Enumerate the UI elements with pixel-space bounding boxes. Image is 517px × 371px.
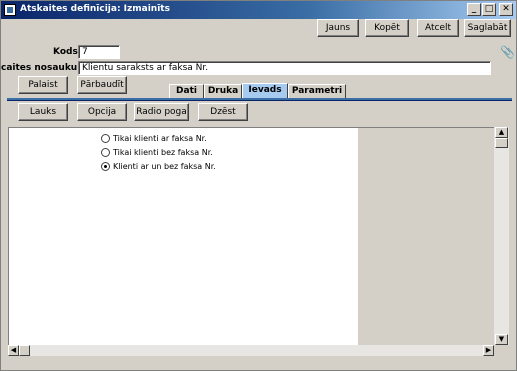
save-button[interactable]: Saglabāt: [464, 19, 511, 37]
horizontal-scrollbar[interactable]: ◀ ▶: [8, 345, 494, 356]
tab-parameters[interactable]: Parametri: [288, 84, 346, 99]
radio-circle[interactable]: [101, 148, 110, 157]
vertical-scrollbar[interactable]: ▲ ▼: [494, 127, 509, 345]
scroll-right-icon[interactable]: ▶: [483, 345, 494, 356]
radio-label: Tikai klienti bez faksa Nr.: [113, 148, 213, 157]
radio-circle[interactable]: [101, 134, 110, 143]
window-title: Atskaites definīcija: Izmainīts: [20, 4, 170, 14]
tab-separator-shadow: [7, 100, 512, 101]
input-design-area[interactable]: [8, 127, 358, 345]
report-definition-window: Atskaites definīcija: Izmainīts _ □ ✕ Ja…: [0, 0, 517, 371]
radio-label: Klienti ar un bez faksa Nr.: [113, 162, 216, 171]
new-button[interactable]: Jauns: [317, 19, 359, 37]
vertical-scroll-thumb[interactable]: [495, 138, 508, 148]
horizontal-scroll-thumb[interactable]: [19, 345, 30, 356]
check-button[interactable]: Pārbaudīt: [77, 76, 127, 94]
copy-button[interactable]: Kopēt: [365, 19, 409, 37]
tab-input[interactable]: Ievads: [242, 83, 288, 99]
title-bar[interactable]: Atskaites definīcija: Izmainīts _ □ ✕: [1, 1, 516, 19]
minimize-button[interactable]: _: [467, 3, 481, 16]
scroll-up-icon[interactable]: ▲: [495, 127, 508, 138]
paperclip-icon[interactable]: 📎: [500, 45, 515, 59]
close-button[interactable]: ✕: [499, 3, 513, 16]
tab-data[interactable]: Dati: [169, 84, 204, 99]
run-button[interactable]: Palaist: [18, 76, 68, 94]
cancel-button[interactable]: Atcelt: [417, 19, 459, 37]
radio-label: Tikai klienti ar faksa Nr.: [113, 134, 207, 143]
maximize-button[interactable]: □: [482, 3, 496, 16]
tab-print[interactable]: Druka: [204, 84, 242, 99]
window-app-icon[interactable]: [4, 4, 16, 16]
option-button[interactable]: Opcija: [77, 103, 127, 121]
delete-button[interactable]: Dzēst: [198, 103, 248, 121]
design-area-margin: [358, 127, 494, 345]
radio-button-tool[interactable]: Radio poga: [134, 103, 189, 121]
radio-circle-selected[interactable]: [101, 162, 110, 171]
field-button[interactable]: Lauks: [18, 103, 68, 121]
report-name-field[interactable]: Klientu saraksts ar faksa Nr.: [78, 61, 491, 75]
code-field[interactable]: 7: [78, 45, 120, 59]
scroll-left-icon[interactable]: ◀: [8, 345, 19, 356]
scroll-down-icon[interactable]: ▼: [495, 334, 508, 345]
